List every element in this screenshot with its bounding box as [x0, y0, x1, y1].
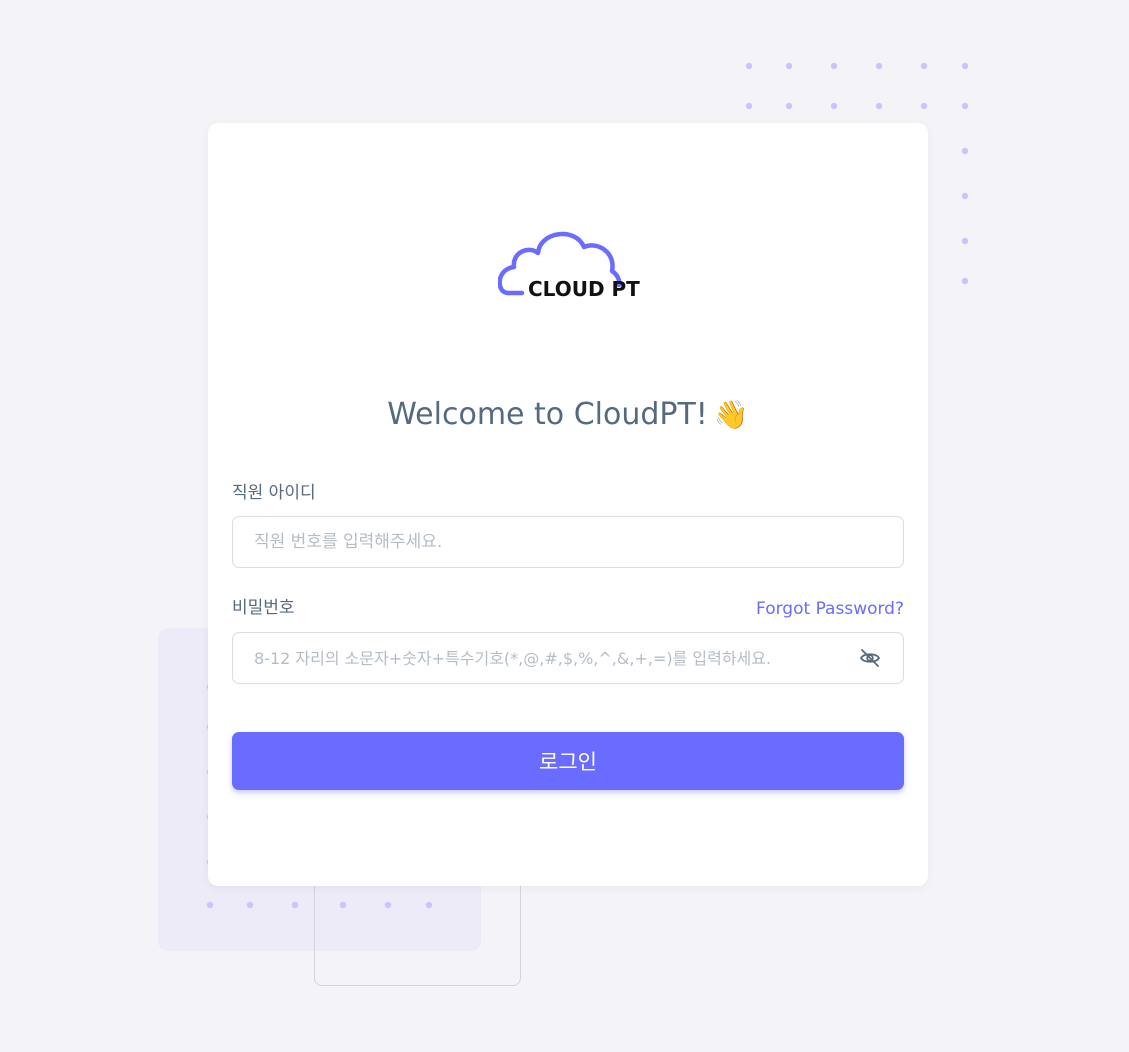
waving-hand-icon: 👋 [713, 398, 749, 431]
welcome-title: Welcome to CloudPT! [387, 397, 708, 432]
welcome-heading: Welcome to CloudPT! 👋 [208, 397, 928, 432]
logo-text: CLOUD PT [528, 277, 640, 301]
login-card: CLOUD PT Welcome to CloudPT!👋 직원 아이디 비밀번… [208, 123, 928, 886]
employee-id-label: 직원 아이디 [232, 483, 316, 503]
login-button[interactable]: 로그인 [232, 732, 904, 790]
employee-id-input[interactable] [232, 516, 904, 568]
forgot-password-link[interactable]: Forgot Password? [756, 599, 904, 619]
eye-off-icon[interactable] [858, 646, 882, 670]
password-input[interactable] [232, 632, 904, 684]
logo: CLOUD PT [498, 221, 643, 306]
password-label: 비밀번호 [232, 598, 295, 618]
